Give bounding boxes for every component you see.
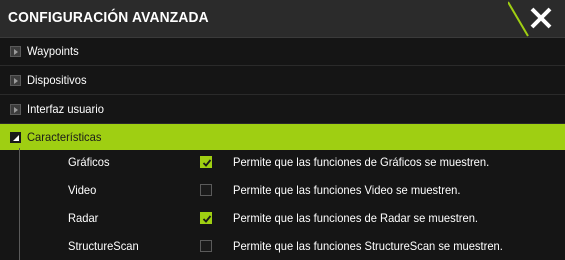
feature-row-radar: Radar Permite que las funciones de Radar… (0, 204, 565, 232)
feature-description: Permite que las funciones Video se muest… (233, 183, 461, 197)
settings-tree: Waypoints Dispositivos Interfaz usuario … (0, 37, 565, 150)
feature-name: Video (68, 183, 97, 197)
features-list: Gráficos Permite que las funciones de Gr… (0, 148, 565, 260)
tree-item-interfaz-usuario[interactable]: Interfaz usuario (0, 95, 565, 124)
tree-guide-line (19, 176, 20, 204)
feature-name: StructureScan (68, 239, 139, 253)
checkmark-icon (202, 159, 212, 167)
expand-icon[interactable] (10, 46, 21, 57)
dialog-header: CONFIGURACIÓN AVANZADA (0, 0, 565, 38)
tree-guide-line (19, 232, 20, 260)
tree-item-label: Interfaz usuario (27, 102, 104, 116)
feature-checkbox[interactable] (200, 184, 212, 196)
feature-row-video: Video Permite que las funciones Video se… (0, 176, 565, 204)
feature-name: Radar (68, 211, 99, 225)
tree-guide-line (19, 148, 20, 176)
close-button[interactable] (508, 0, 565, 37)
checkmark-icon (202, 215, 212, 223)
tree-item-dispositivos[interactable]: Dispositivos (0, 66, 565, 95)
tree-item-label: Características (27, 130, 102, 144)
dialog-title: CONFIGURACIÓN AVANZADA (8, 9, 209, 26)
close-icon (508, 1, 552, 37)
feature-description: Permite que las funciones de Radar se mu… (233, 211, 479, 225)
feature-description: Permite que las funciones StructureScan … (233, 239, 503, 253)
expand-icon[interactable] (10, 104, 21, 115)
expand-icon[interactable] (10, 75, 21, 86)
feature-checkbox[interactable] (200, 156, 212, 168)
feature-description: Permite que las funciones de Gráficos se… (233, 155, 490, 169)
tree-guide-line (19, 204, 20, 232)
feature-row-graficos: Gráficos Permite que las funciones de Gr… (0, 148, 565, 176)
tree-item-label: Waypoints (27, 44, 79, 58)
tree-item-waypoints[interactable]: Waypoints (0, 37, 565, 66)
feature-checkbox[interactable] (200, 212, 212, 224)
tree-item-label: Dispositivos (27, 73, 87, 87)
feature-checkbox[interactable] (200, 240, 212, 252)
feature-row-structurescan: StructureScan Permite que las funciones … (0, 232, 565, 260)
collapse-icon[interactable] (10, 132, 21, 143)
tree-item-caracteristicas[interactable]: Características (0, 124, 565, 150)
feature-name: Gráficos (68, 155, 110, 169)
